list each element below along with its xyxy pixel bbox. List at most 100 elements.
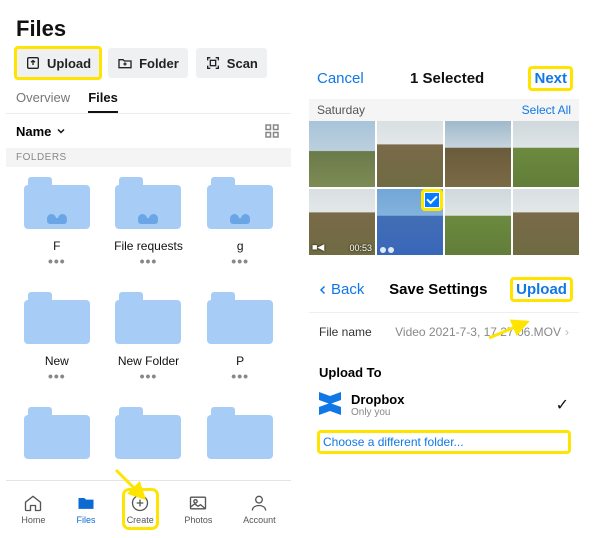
upload-label: Upload bbox=[47, 56, 91, 71]
upload-button[interactable]: Upload bbox=[512, 279, 571, 300]
tab-overview[interactable]: Overview bbox=[16, 90, 70, 113]
photo-thumb[interactable] bbox=[309, 121, 375, 187]
folder-label: New Folder bbox=[118, 354, 179, 368]
burst-indicator-icon bbox=[380, 247, 394, 253]
tab-photos[interactable]: Photos bbox=[184, 493, 212, 525]
picker-and-save-screen: Cancel 1 Selected Next Saturday Select A… bbox=[309, 58, 579, 532]
destination-name: Dropbox bbox=[351, 392, 404, 407]
back-button[interactable]: Back bbox=[317, 281, 364, 298]
files-screen: Files Upload Folder Scan Overview Files … bbox=[6, 6, 291, 532]
next-button[interactable]: Next bbox=[530, 68, 571, 89]
scan-label: Scan bbox=[227, 56, 258, 71]
checkmark-icon: ✓ bbox=[556, 395, 569, 415]
sort-label: Name bbox=[16, 124, 51, 139]
home-icon bbox=[23, 493, 43, 513]
tab-home[interactable]: Home bbox=[21, 493, 45, 525]
day-label: Saturday bbox=[317, 103, 365, 117]
tab-account[interactable]: Account bbox=[243, 493, 276, 525]
tab-create-label: Create bbox=[127, 515, 154, 525]
destination-row[interactable]: Dropbox Only you ✓ bbox=[309, 384, 579, 426]
folder-label: New bbox=[45, 354, 69, 368]
section-header: FOLDERS bbox=[6, 148, 291, 167]
tab-home-label: Home bbox=[21, 515, 45, 525]
scan-button[interactable]: Scan bbox=[196, 48, 267, 78]
header: Files bbox=[6, 6, 291, 48]
folder-button[interactable]: Folder bbox=[108, 48, 188, 78]
filename-key: File name bbox=[319, 325, 372, 339]
select-all-button[interactable]: Select All bbox=[522, 103, 571, 117]
chevron-right-icon: › bbox=[565, 325, 569, 339]
video-thumb[interactable]: ■◀ 00:53 bbox=[309, 189, 375, 255]
video-duration: 00:53 bbox=[349, 243, 372, 253]
tab-files[interactable]: Files bbox=[76, 493, 96, 525]
upload-to-heading: Upload To bbox=[309, 351, 579, 384]
tab-files-label: Files bbox=[77, 515, 96, 525]
destination-sub: Only you bbox=[351, 407, 404, 418]
folder-item[interactable] bbox=[104, 401, 194, 476]
upload-button[interactable]: Upload bbox=[16, 48, 100, 78]
folder-item[interactable]: New Folder ••• bbox=[104, 286, 194, 397]
sort-button[interactable]: Name bbox=[16, 124, 67, 139]
folder-more-icon[interactable]: ••• bbox=[140, 257, 158, 265]
tab-files[interactable]: Files bbox=[88, 90, 118, 113]
folder-label: F bbox=[53, 239, 60, 253]
folder-icon bbox=[24, 292, 90, 344]
photo-thumb-selected[interactable] bbox=[377, 189, 443, 255]
view-toggle-icon[interactable] bbox=[263, 122, 281, 140]
upload-icon bbox=[25, 55, 41, 71]
page-title: Files bbox=[16, 16, 281, 42]
selected-checkmark-icon bbox=[423, 191, 441, 209]
folder-icon bbox=[115, 177, 181, 229]
choose-different-folder-link[interactable]: Choose a different folder... bbox=[319, 432, 569, 452]
folder-more-icon[interactable]: ••• bbox=[231, 372, 249, 380]
photo-thumb[interactable] bbox=[513, 189, 579, 255]
picker-header: Cancel 1 Selected Next bbox=[309, 58, 579, 99]
photo-thumb[interactable] bbox=[445, 189, 511, 255]
folder-more-icon[interactable]: ••• bbox=[48, 257, 66, 265]
day-header: Saturday Select All bbox=[309, 99, 579, 121]
folder-item[interactable] bbox=[195, 401, 285, 476]
chevron-down-icon bbox=[55, 125, 67, 137]
photo-thumb[interactable] bbox=[445, 121, 511, 187]
folder-more-icon[interactable]: ••• bbox=[140, 372, 158, 380]
account-icon bbox=[249, 493, 269, 513]
back-label: Back bbox=[331, 281, 364, 298]
folder-icon bbox=[207, 292, 273, 344]
tab-create[interactable]: Create bbox=[127, 493, 154, 525]
filename-row[interactable]: File name Video 2021-7-3, 17 27 06.MOV › bbox=[309, 312, 579, 351]
folder-icon bbox=[24, 177, 90, 229]
sort-row: Name bbox=[6, 114, 291, 148]
filename-value: Video 2021-7-3, 17 27 06.MOV bbox=[395, 325, 561, 339]
folder-item[interactable]: P ••• bbox=[195, 286, 285, 397]
folder-plus-icon bbox=[117, 55, 133, 71]
folder-item[interactable]: F ••• bbox=[12, 171, 102, 282]
folder-item[interactable]: New ••• bbox=[12, 286, 102, 397]
folder-grid: F ••• File requests ••• g ••• New ••• Ne… bbox=[6, 167, 291, 480]
photo-grid: ■◀ 00:53 bbox=[309, 121, 579, 255]
tab-account-label: Account bbox=[243, 515, 276, 525]
picker-title: 1 Selected bbox=[410, 70, 484, 87]
folder-label: P bbox=[236, 354, 244, 368]
photos-icon bbox=[188, 493, 208, 513]
tab-photos-label: Photos bbox=[184, 515, 212, 525]
bottom-tabbar: Home Files Create Photos Account bbox=[6, 480, 291, 532]
folder-more-icon[interactable]: ••• bbox=[48, 372, 66, 380]
folder-icon bbox=[24, 407, 90, 459]
scan-icon bbox=[205, 55, 221, 71]
video-icon: ■◀ bbox=[312, 242, 324, 253]
folder-item[interactable]: File requests ••• bbox=[104, 171, 194, 282]
folder-label: File requests bbox=[114, 239, 183, 253]
folder-label: g bbox=[237, 239, 244, 253]
photo-thumb[interactable] bbox=[377, 121, 443, 187]
chevron-left-icon bbox=[317, 283, 329, 297]
folder-more-icon[interactable]: ••• bbox=[231, 257, 249, 265]
folder-item[interactable]: g ••• bbox=[195, 171, 285, 282]
files-icon bbox=[76, 493, 96, 513]
cancel-button[interactable]: Cancel bbox=[317, 70, 364, 87]
folder-icon bbox=[207, 177, 273, 229]
save-header: Back Save Settings Upload bbox=[309, 261, 579, 312]
action-row: Upload Folder Scan bbox=[6, 48, 291, 86]
photo-thumb[interactable] bbox=[513, 121, 579, 187]
view-tabs: Overview Files bbox=[6, 86, 291, 114]
folder-item[interactable] bbox=[12, 401, 102, 476]
